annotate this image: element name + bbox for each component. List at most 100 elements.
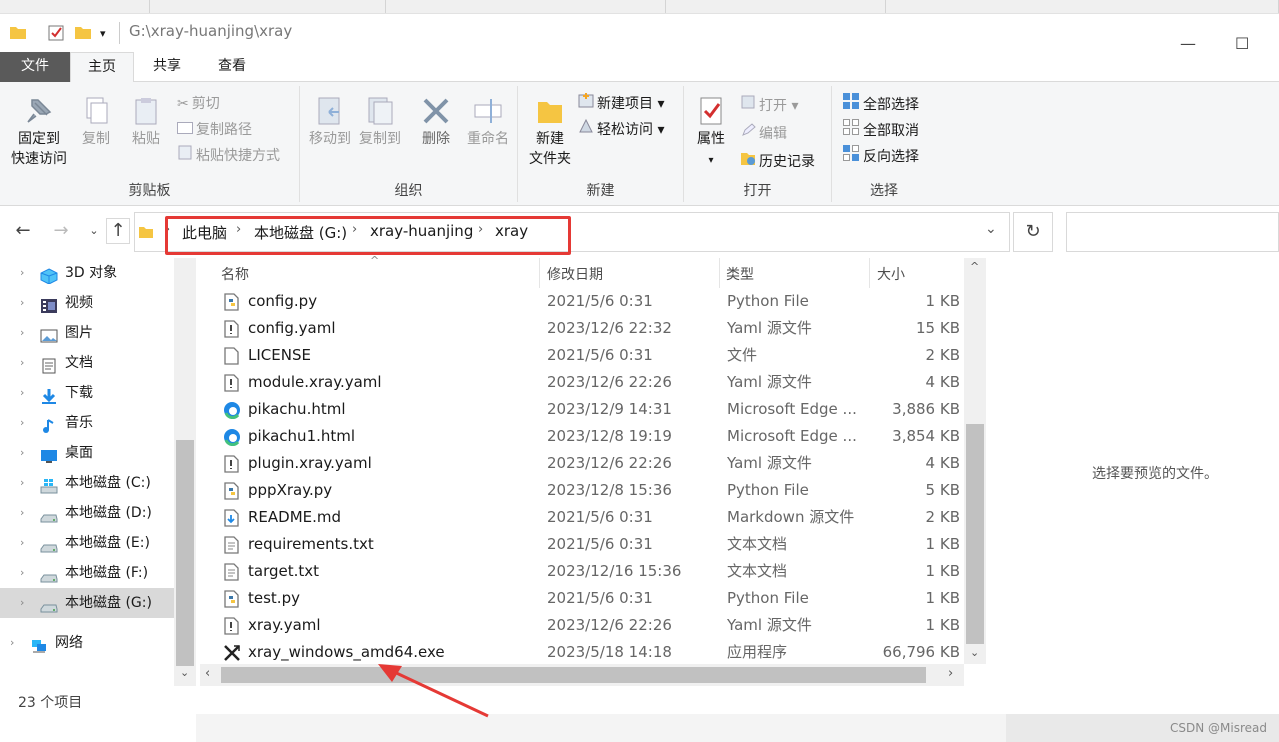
file-row[interactable]: xray.yaml 2023/12/6 22:26 Yaml 源文件 1 KB	[218, 612, 964, 639]
nav-item[interactable]: › 下载	[0, 378, 174, 408]
expand-chevron-icon[interactable]: ›	[20, 528, 24, 558]
scroll-up-icon[interactable]: ^	[970, 260, 979, 273]
nav-item[interactable]: › 桌面	[0, 438, 174, 468]
column-header-type[interactable]: 类型	[726, 264, 754, 284]
nav-item[interactable]: › 本地磁盘 (D:)	[0, 498, 174, 528]
column-separator[interactable]	[869, 258, 870, 288]
expand-chevron-icon[interactable]: ›	[20, 498, 24, 528]
file-row[interactable]: config.py 2021/5/6 0:31 Python File 1 KB	[218, 288, 964, 315]
forward-button[interactable]: →	[50, 220, 72, 241]
column-header-size[interactable]: 大小	[877, 264, 905, 284]
invert-selection-icon	[842, 144, 860, 170]
scroll-right-icon[interactable]: ›	[948, 666, 953, 681]
copy-to-button[interactable]: 复制到	[354, 96, 406, 149]
file-row[interactable]: xray_windows_amd64.exe 2023/5/18 14:18 应用程…	[218, 639, 964, 666]
expand-chevron-icon[interactable]: ›	[20, 258, 24, 288]
horizontal-scroll-thumb[interactable]	[221, 667, 926, 683]
minimize-button[interactable]: —	[1180, 34, 1196, 53]
file-row[interactable]: pikachu.html 2023/12/9 14:31 Microsoft Edg…	[218, 396, 964, 423]
refresh-button[interactable]: ↻	[1013, 212, 1053, 252]
select-none-button[interactable]: 全部取消	[842, 118, 919, 142]
move-to-button[interactable]: 移动到	[304, 96, 356, 149]
nav-item[interactable]: › 网络	[0, 628, 174, 658]
nav-item[interactable]: › 本地磁盘 (G:)	[0, 588, 174, 618]
file-row[interactable]: module.xray.yaml 2023/12/6 22:26 Yaml 源文件 4…	[218, 369, 964, 396]
nav-item[interactable]: › 文档	[0, 348, 174, 378]
open-group-label: 打开	[743, 183, 772, 199]
file-row[interactable]: test.py 2021/5/6 0:31 Python File 1 KB	[218, 585, 964, 612]
nav-scroll-thumb[interactable]	[176, 440, 194, 666]
copy-button[interactable]: 复制	[74, 96, 118, 149]
scroll-down-icon[interactable]: ⌄	[970, 646, 979, 659]
copy-to-icon	[368, 97, 393, 125]
file-row[interactable]: config.yaml 2023/12/6 22:32 Yaml 源文件 15 KB	[218, 315, 964, 342]
file-row[interactable]: README.md 2021/5/6 0:31 Markdown 源文件 2 KB	[218, 504, 964, 531]
file-row[interactable]: target.txt 2023/12/16 15:36 文本文档 1 KB	[218, 558, 964, 585]
file-name: xray.yaml	[248, 616, 321, 634]
file-row[interactable]: LICENSE 2021/5/6 0:31 文件 2 KB	[218, 342, 964, 369]
nav-item[interactable]: › 本地磁盘 (E:)	[0, 528, 174, 558]
nav-item[interactable]: › 音乐	[0, 408, 174, 438]
select-all-button[interactable]: 全部选择	[842, 92, 919, 116]
nav-item-label: 本地磁盘 (G:)	[65, 595, 152, 611]
tab-file[interactable]: 文件	[0, 52, 70, 82]
copy-path-button[interactable]: 复制路径	[177, 118, 252, 142]
expand-chevron-icon[interactable]: ›	[20, 438, 24, 468]
expand-chevron-icon[interactable]: ›	[10, 628, 14, 658]
easy-access-button[interactable]: 轻松访问 ▾	[578, 118, 664, 142]
delete-button[interactable]: 删除	[410, 96, 462, 149]
expand-chevron-icon[interactable]: ›	[20, 288, 24, 318]
invert-selection-button[interactable]: 反向选择	[842, 144, 919, 168]
tab-share[interactable]: 共享	[134, 52, 200, 82]
nav-scroll-down-icon[interactable]: ⌄	[180, 666, 189, 679]
pin-to-quick-access-button[interactable]: 固定到 快速访问	[4, 96, 74, 169]
expand-chevron-icon[interactable]: ›	[20, 588, 24, 618]
cut-button[interactable]: ✂ 剪切	[177, 92, 220, 116]
expand-chevron-icon[interactable]: ›	[20, 378, 24, 408]
file-type: Microsoft Edge ...	[727, 427, 857, 445]
column-header-name[interactable]: 名称	[221, 264, 249, 284]
file-name: plugin.xray.yaml	[248, 454, 372, 472]
nav-item[interactable]: › 图片	[0, 318, 174, 348]
paste-shortcut-button[interactable]: 粘贴快捷方式	[177, 144, 280, 168]
file-name: config.yaml	[248, 319, 336, 337]
expand-chevron-icon[interactable]: ›	[20, 408, 24, 438]
up-button[interactable]: ↑	[106, 218, 130, 244]
nav-item[interactable]: › 视频	[0, 288, 174, 318]
tab-view[interactable]: 查看	[200, 52, 264, 82]
history-button[interactable]: 历史记录	[740, 150, 815, 174]
properties-checkbox-icon[interactable]	[48, 25, 64, 45]
scroll-left-icon[interactable]: ‹	[205, 666, 210, 681]
new-item-button[interactable]: 新建项目 ▾	[578, 92, 664, 116]
edit-button[interactable]: 编辑	[740, 122, 787, 146]
expand-chevron-icon[interactable]: ›	[20, 318, 24, 348]
tab-home[interactable]: 主页	[70, 52, 134, 83]
expand-chevron-icon[interactable]: ›	[20, 558, 24, 588]
vertical-scroll-thumb[interactable]	[966, 424, 984, 644]
file-row[interactable]: requirements.txt 2021/5/6 0:31 文本文档 1 KB	[218, 531, 964, 558]
recent-locations-button[interactable]: ⌄	[83, 224, 105, 237]
new-folder-button[interactable]: 新建 文件夹	[522, 96, 578, 169]
file-row[interactable]: pikachu1.html 2023/12/8 19:19 Microsoft Ed…	[218, 423, 964, 450]
back-button[interactable]: ←	[12, 220, 34, 241]
paste-button[interactable]: 粘贴	[124, 96, 168, 149]
nav-item[interactable]: › 本地磁盘 (C:)	[0, 468, 174, 498]
maximize-button[interactable]: ☐	[1235, 34, 1249, 53]
expand-chevron-icon[interactable]: ›	[20, 348, 24, 378]
search-input[interactable]	[1066, 212, 1279, 252]
new-folder-icon[interactable]	[75, 25, 91, 43]
properties-button[interactable]: 属性 ▾	[688, 96, 734, 171]
file-row[interactable]: pppXray.py 2023/12/8 15:36 Python File 5 KB	[218, 477, 964, 504]
column-header-date[interactable]: 修改日期	[547, 264, 603, 284]
edge-icon	[223, 428, 240, 447]
expand-chevron-icon[interactable]: ›	[20, 468, 24, 498]
column-separator[interactable]	[719, 258, 720, 288]
nav-item[interactable]: › 3D 对象	[0, 258, 174, 288]
column-separator[interactable]	[539, 258, 540, 288]
open-button[interactable]: 打开 ▾	[740, 94, 798, 118]
qat-dropdown-icon[interactable]: ▾	[100, 27, 106, 40]
file-row[interactable]: plugin.xray.yaml 2023/12/6 22:26 Yaml 源文件 4…	[218, 450, 964, 477]
rename-button[interactable]: 重命名	[460, 96, 516, 149]
address-history-chevron-icon[interactable]: ⌄	[985, 221, 997, 237]
nav-item[interactable]: › 本地磁盘 (F:)	[0, 558, 174, 588]
